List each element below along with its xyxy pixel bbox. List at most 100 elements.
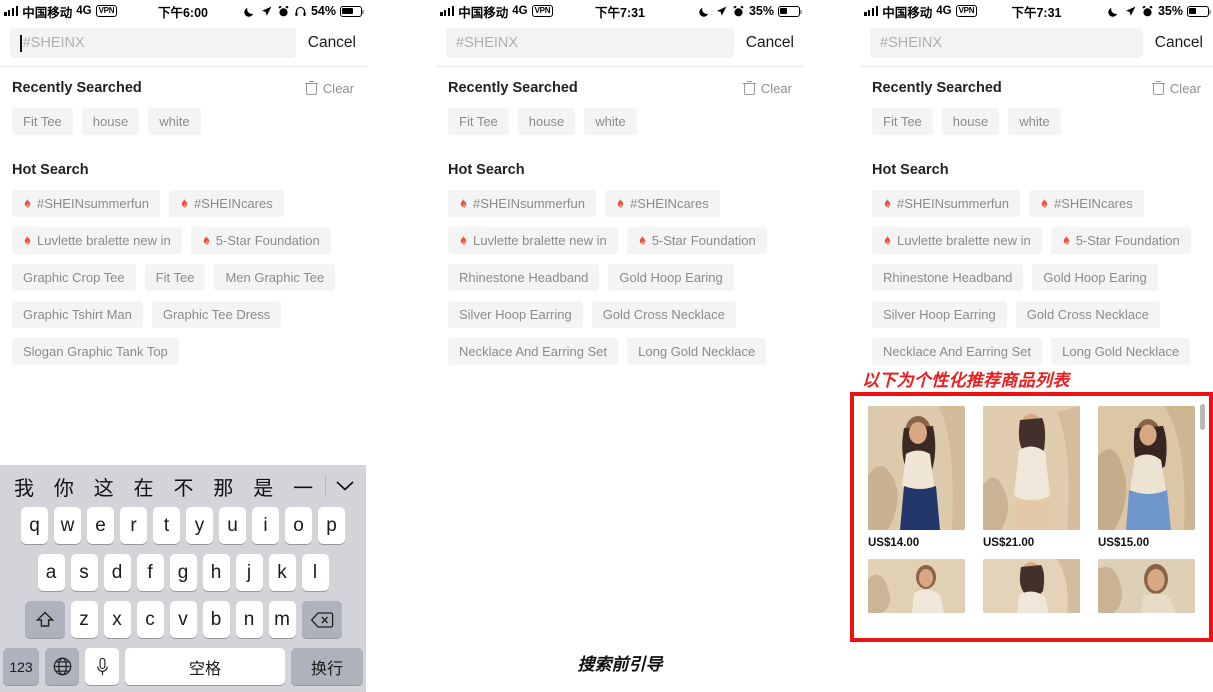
hot-search-chip[interactable]: Rhinestone Headband [448,264,600,291]
search-input[interactable]: #SHEINX [446,28,734,58]
list-item[interactable]: white [148,108,201,135]
cancel-button[interactable]: Cancel [746,34,794,52]
product-card[interactable]: US$14.00 [868,406,965,559]
hot-search-chip[interactable]: Slogan Graphic Tank Top [12,338,179,365]
key-m[interactable]: m [268,601,296,638]
hot-search-chip[interactable]: Long Gold Necklace [1051,338,1191,365]
key-s[interactable]: s [70,554,98,591]
hot-search-chip[interactable]: Gold Cross Necklace [1015,301,1160,328]
key-c[interactable]: c [136,601,164,638]
hot-search-chip[interactable]: Graphic Tshirt Man [12,301,143,328]
virtual-keyboard[interactable]: 我 你 这 在 不 那 是 一 qwertyuiop asdfghjkl zxc… [0,465,366,692]
prediction-bar[interactable]: 我 你 这 在 不 那 是 一 [0,465,366,507]
hot-search-chip[interactable]: #SHEINcares [1028,190,1144,217]
key-n[interactable]: n [235,601,263,638]
prediction-word[interactable]: 我 [4,472,44,501]
key-x[interactable]: x [103,601,131,638]
chevron-down-icon[interactable] [328,480,362,492]
prediction-word[interactable]: 那 [203,472,243,501]
hot-search-chip[interactable]: Silver Hoop Earring [448,301,583,328]
microphone-icon[interactable] [85,648,119,685]
hot-search-chip[interactable]: 5-Star Foundation [626,227,767,254]
cancel-button[interactable]: Cancel [1155,34,1203,52]
hot-search-chip[interactable]: #SHEINsummerfun [448,190,596,217]
product-card[interactable] [983,559,1080,613]
search-input[interactable]: #SHEINX [870,28,1143,58]
hot-search-chip[interactable]: #SHEINsummerfun [12,190,160,217]
product-image[interactable] [1098,406,1195,530]
key-w[interactable]: w [54,507,81,544]
hot-search-chip[interactable]: Luvlette bralette new in [448,227,618,254]
hot-search-chip[interactable]: Rhinestone Headband [872,264,1024,291]
key-e[interactable]: e [87,507,114,544]
product-image[interactable] [983,559,1080,613]
space-key[interactable]: 空格 [125,648,285,685]
key-h[interactable]: h [202,554,230,591]
clear-history-button[interactable]: Clear [304,81,354,96]
hot-search-chip[interactable]: #SHEINcares [604,190,720,217]
key-b[interactable]: b [202,601,230,638]
hot-search-chip[interactable]: Luvlette bralette new in [12,227,182,254]
product-card[interactable]: US$21.00 [983,406,1080,559]
list-item[interactable]: house [517,108,576,135]
product-card[interactable]: US$15.00 [1098,406,1195,559]
return-key[interactable]: 换行 [291,648,363,685]
key-g[interactable]: g [169,554,197,591]
product-image[interactable] [868,559,965,613]
key-d[interactable]: d [103,554,131,591]
hot-search-chip[interactable]: Long Gold Necklace [627,338,767,365]
key-q[interactable]: q [21,507,48,544]
hot-search-chip[interactable]: Graphic Crop Tee [12,264,136,291]
hot-search-chip[interactable]: Silver Hoop Earring [872,301,1007,328]
list-item[interactable]: house [941,108,1000,135]
product-card[interactable] [868,559,965,613]
list-item[interactable]: white [584,108,637,135]
hot-search-chip[interactable]: Gold Cross Necklace [591,301,736,328]
shift-arrow-icon[interactable] [24,601,65,638]
product-image[interactable] [868,406,965,530]
prediction-word[interactable]: 是 [243,472,283,501]
key-v[interactable]: v [169,601,197,638]
prediction-word[interactable]: 一 [283,472,323,501]
list-item[interactable]: Fit Tee [872,108,933,135]
key-y[interactable]: y [186,507,213,544]
scrollbar[interactable] [1200,404,1205,430]
list-item[interactable]: Fit Tee [12,108,73,135]
product-image[interactable] [1098,559,1195,613]
search-bar[interactable]: #SHEINX Cancel [860,22,1213,67]
numeric-keyboard-button[interactable]: 123 [3,648,39,685]
clear-history-button[interactable]: Clear [1151,81,1201,96]
key-l[interactable]: l [301,554,329,591]
hot-search-chip[interactable]: Luvlette bralette new in [872,227,1042,254]
cancel-button[interactable]: Cancel [308,34,356,52]
key-z[interactable]: z [70,601,98,638]
key-p[interactable]: p [318,507,345,544]
hot-search-chip[interactable]: 5-Star Foundation [1050,227,1191,254]
key-k[interactable]: k [268,554,296,591]
hot-search-chip[interactable]: #SHEINsummerfun [872,190,1020,217]
key-u[interactable]: u [219,507,246,544]
backspace-icon[interactable] [301,601,342,638]
key-i[interactable]: i [252,507,279,544]
hot-search-chip[interactable]: 5-Star Foundation [190,227,331,254]
key-r[interactable]: r [120,507,147,544]
key-j[interactable]: j [235,554,263,591]
list-item[interactable]: house [81,108,140,135]
hot-search-chip[interactable]: #SHEINcares [168,190,284,217]
hot-search-chip[interactable]: Gold Hoop Earing [1032,264,1158,291]
search-input[interactable]: #SHEINX [10,28,296,58]
key-t[interactable]: t [153,507,180,544]
hot-search-chip[interactable]: Men Graphic Tee [214,264,336,291]
search-bar[interactable]: #SHEINX Cancel [0,22,366,67]
prediction-word[interactable]: 这 [84,472,124,501]
hot-search-chip[interactable]: Gold Hoop Earing [608,264,734,291]
hot-search-chip[interactable]: Fit Tee [144,264,206,291]
product-image[interactable] [983,406,1080,530]
key-o[interactable]: o [285,507,312,544]
list-item[interactable]: white [1008,108,1061,135]
globe-icon[interactable] [45,648,79,685]
key-f[interactable]: f [136,554,164,591]
product-card[interactable] [1098,559,1195,613]
key-a[interactable]: a [37,554,65,591]
prediction-word[interactable]: 你 [44,472,84,501]
